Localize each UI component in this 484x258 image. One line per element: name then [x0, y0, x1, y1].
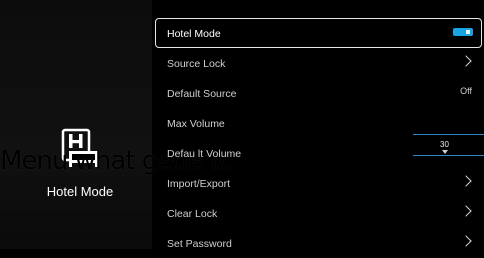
default-volume-value: 30 — [440, 140, 449, 149]
menu-item-label: Hotel Mode — [167, 27, 221, 40]
menu-item-default-volume[interactable]: Defau lt Volume 30 — [155, 138, 484, 168]
menu-item-source-lock[interactable]: Source Lock — [155, 48, 484, 78]
panel-title: Hotel Mode — [46, 184, 114, 199]
menu-item-default-source[interactable]: Default Source Off — [155, 78, 484, 108]
slider-handle-icon[interactable] — [442, 150, 448, 154]
menu-item-label: Import/Export — [167, 178, 231, 190]
menu-item-clear-lock[interactable]: Clear Lock — [155, 198, 484, 228]
chevron-right-icon — [460, 205, 472, 217]
chevron-right-icon — [460, 55, 472, 67]
toggle-knob — [466, 30, 470, 34]
menu-item-label: Clear Lock — [167, 208, 218, 220]
left-panel: Menu what gede to Hotel Mode — [0, 0, 230, 249]
hotel-mode-toggle[interactable] — [453, 28, 473, 36]
menu-item-label: Source Lock — [167, 58, 226, 70]
menu-item-set-password[interactable]: Set Password — [155, 228, 484, 258]
menu-item-hotel-mode[interactable]: Hotel Mode — [155, 18, 482, 48]
menu-item-import-export[interactable]: Import/Export — [155, 168, 484, 198]
chevron-right-icon — [460, 235, 472, 247]
max-volume-slider[interactable] — [413, 134, 484, 135]
menu-item-label: Defau lt Volume — [167, 148, 242, 160]
default-volume-slider[interactable] — [413, 155, 484, 156]
settings-menu: Hotel Mode Source Lock Default Source Of… — [155, 18, 484, 258]
menu-item-label: Default Source — [167, 88, 237, 100]
default-source-value: Off — [460, 86, 472, 96]
menu-item-max-volume[interactable]: Max Volume — [155, 108, 484, 138]
chevron-right-icon — [460, 175, 472, 187]
menu-item-label: Set Password — [167, 238, 232, 250]
menu-item-label: Max Volume — [167, 118, 225, 130]
